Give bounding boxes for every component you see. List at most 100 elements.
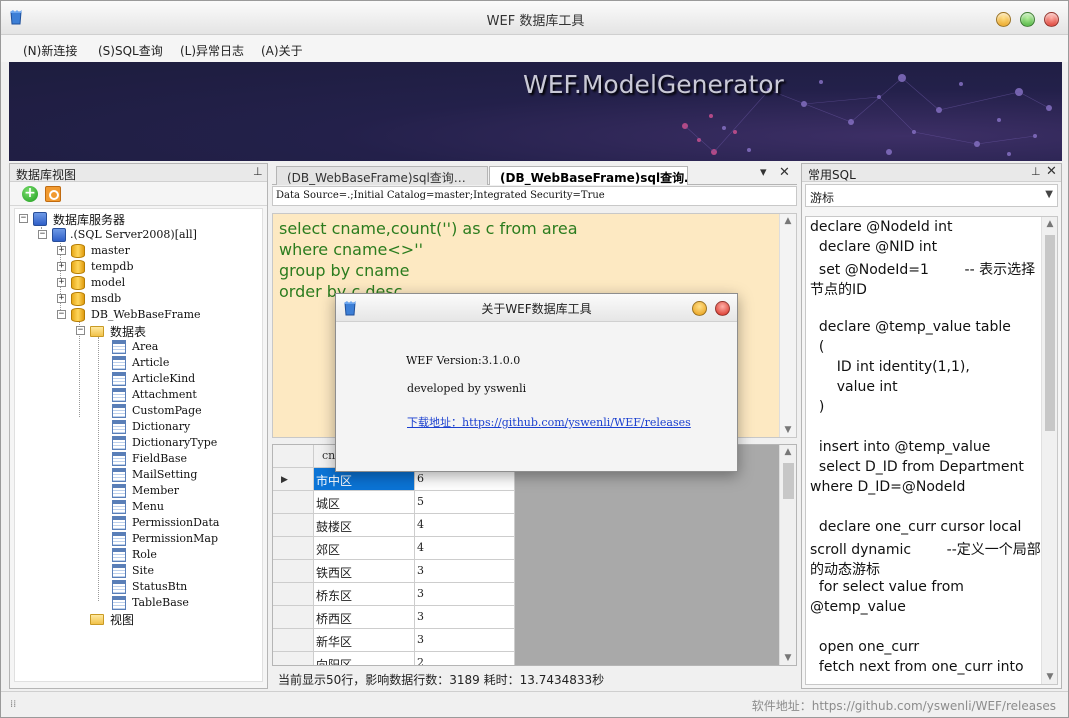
grid-cell-cname[interactable]: 城区 [314, 491, 415, 514]
software-address: 软件地址：https://github.com/yswenli/WEF/rele… [751, 699, 1056, 713]
grid-cell-cname[interactable]: 郊区 [314, 537, 415, 560]
query-status: 当前显示50行，影响数据行数：3189 耗时：13.7434833秒 [278, 673, 605, 687]
maximize-button[interactable] [1020, 12, 1035, 27]
download-link[interactable]: 下载地址：https://github.com/yswenli/WEF/rele… [407, 414, 691, 430]
row-header[interactable] [273, 560, 314, 583]
sql-template-dropdown[interactable]: 游标 ▼ [805, 184, 1058, 207]
expand-icon[interactable]: + [57, 262, 66, 271]
sql-template-text[interactable]: declare @NodeId int declare @NID int set… [805, 216, 1058, 685]
dialog-close-button[interactable] [715, 301, 730, 316]
row-header[interactable] [273, 491, 314, 514]
collapse-icon[interactable]: − [19, 214, 28, 223]
tree-node-label: 数据库服务器 [53, 213, 126, 227]
grid-cell-c[interactable]: 3 [415, 629, 515, 652]
tab-list-dropdown-icon[interactable]: ▾ [760, 165, 767, 180]
database-icon [71, 244, 85, 258]
sql-template-scrollbar[interactable]: ▲ ▼ [1041, 217, 1057, 684]
server-icon [52, 228, 66, 242]
expand-icon[interactable]: + [57, 294, 66, 303]
banner-title: WEF.ModelGenerator [523, 70, 784, 99]
folder-icon [90, 614, 104, 625]
scroll-down-icon[interactable]: ▼ [780, 653, 796, 663]
menu-error-log[interactable]: (L)异常日志 [180, 42, 244, 59]
row-header[interactable] [273, 629, 314, 652]
status-bar: ⁞⁞ 软件地址：https://github.com/yswenli/WEF/r… [1, 691, 1068, 717]
minimize-button[interactable] [996, 12, 1011, 27]
tree-node-label: Menu [132, 500, 164, 513]
dropdown-value: 游标 [810, 191, 835, 205]
tree-line [79, 321, 80, 417]
collapse-icon[interactable]: − [38, 230, 47, 239]
tab-query-2[interactable]: (DB_WebBaseFrame)sql查询… [489, 166, 688, 185]
collapse-icon[interactable]: − [76, 326, 85, 335]
row-header[interactable] [273, 606, 314, 629]
scroll-thumb[interactable] [1045, 235, 1055, 431]
connection-string[interactable]: Data Source=.;Initial Catalog=master;Int… [272, 186, 797, 206]
editor-scrollbar[interactable]: ▲ ▼ [779, 214, 796, 437]
sql-template-line: fetch next from one_curr into [810, 659, 1024, 675]
tree-node-label: DictionaryType [132, 436, 218, 449]
pin-icon[interactable]: ⊥ [1031, 165, 1041, 178]
scroll-thumb[interactable] [783, 463, 794, 499]
grid-cell-c[interactable]: 3 [415, 560, 515, 583]
grid-cell-cname[interactable]: 桥西区 [314, 606, 415, 629]
grid-cell-c[interactable]: 3 [415, 606, 515, 629]
database-icon [71, 308, 85, 322]
chevron-down-icon: ▼ [1045, 189, 1053, 200]
search-icon[interactable] [45, 186, 61, 202]
table-icon [112, 564, 126, 578]
server-icon [33, 212, 47, 226]
scroll-down-icon[interactable]: ▼ [780, 425, 796, 435]
grid-cell-c[interactable]: 2 [415, 652, 515, 665]
row-header[interactable] [273, 583, 314, 606]
tree-node-label: Member [132, 484, 180, 497]
grid-cell-cname[interactable]: 鼓楼区 [314, 514, 415, 537]
grid-cell-cname[interactable]: 向阳区 [314, 652, 415, 665]
sql-template-line: declare @NID int [810, 239, 938, 255]
sql-template-line: scroll dynamic --定义一个局部 [810, 542, 1041, 558]
sql-template-line: value int [810, 379, 898, 395]
scroll-up-icon[interactable]: ▲ [780, 447, 796, 457]
close-tab-icon[interactable]: ✕ [779, 165, 790, 180]
expand-icon[interactable]: + [57, 246, 66, 255]
database-icon [71, 276, 85, 290]
scroll-down-icon[interactable]: ▼ [1042, 672, 1057, 682]
tab-query-1[interactable]: (DB_WebBaseFrame)sql查询… [276, 166, 488, 185]
grid-cell-cname[interactable]: 新华区 [314, 629, 415, 652]
row-header[interactable]: ▶ [273, 468, 314, 491]
close-panel-icon[interactable]: ✕ [1046, 164, 1057, 179]
tree-node-label: TableBase [132, 596, 189, 609]
table-icon [112, 484, 126, 498]
tree-node-label: Attachment [132, 388, 197, 401]
add-connection-icon[interactable]: + [22, 186, 38, 202]
tree-node-label: CustomPage [132, 404, 202, 417]
menu-sql-query[interactable]: (S)SQL查询 [98, 42, 163, 59]
result-grid[interactable]: cname c ▶ 市中区 6 城区 5 鼓楼区 4 郊区 4 铁西区 3 桥东… [272, 444, 797, 666]
row-header[interactable] [273, 652, 314, 665]
current-row-arrow-icon: ▶ [281, 475, 288, 485]
row-header[interactable] [273, 537, 314, 560]
sql-line: group by cname [279, 261, 410, 280]
scroll-up-icon[interactable]: ▲ [780, 216, 796, 226]
grid-cell-c[interactable]: 4 [415, 537, 515, 560]
menu-new-connection[interactable]: (N)新连接 [23, 42, 77, 59]
close-button[interactable] [1044, 12, 1059, 27]
grid-scrollbar[interactable]: ▲ ▼ [779, 445, 796, 665]
dialog-minimize-button[interactable] [692, 301, 707, 316]
collapse-icon[interactable]: − [57, 310, 66, 319]
menu-about[interactable]: (A)关于 [261, 42, 303, 59]
grid-cell-c[interactable]: 4 [415, 514, 515, 537]
resize-grip-icon[interactable]: ⁞⁞ [10, 699, 16, 710]
pin-icon[interactable]: ⊥ [253, 165, 263, 178]
grid-cell-cname[interactable]: 铁西区 [314, 560, 415, 583]
row-header[interactable] [273, 514, 314, 537]
title-bar: WEF 数据库工具 [1, 1, 1068, 35]
grid-cell-c[interactable]: 5 [415, 491, 515, 514]
grid-cell-c[interactable]: 3 [415, 583, 515, 606]
scroll-up-icon[interactable]: ▲ [1042, 219, 1057, 229]
grid-cell-cname[interactable]: 桥东区 [314, 583, 415, 606]
sql-template-line: insert into @temp_value [810, 439, 991, 455]
tree-node-label: DB_WebBaseFrame [91, 308, 201, 321]
menu-bar: (N)新连接 (S)SQL查询 (L)异常日志 (A)关于 [1, 35, 1068, 62]
expand-icon[interactable]: + [57, 278, 66, 287]
